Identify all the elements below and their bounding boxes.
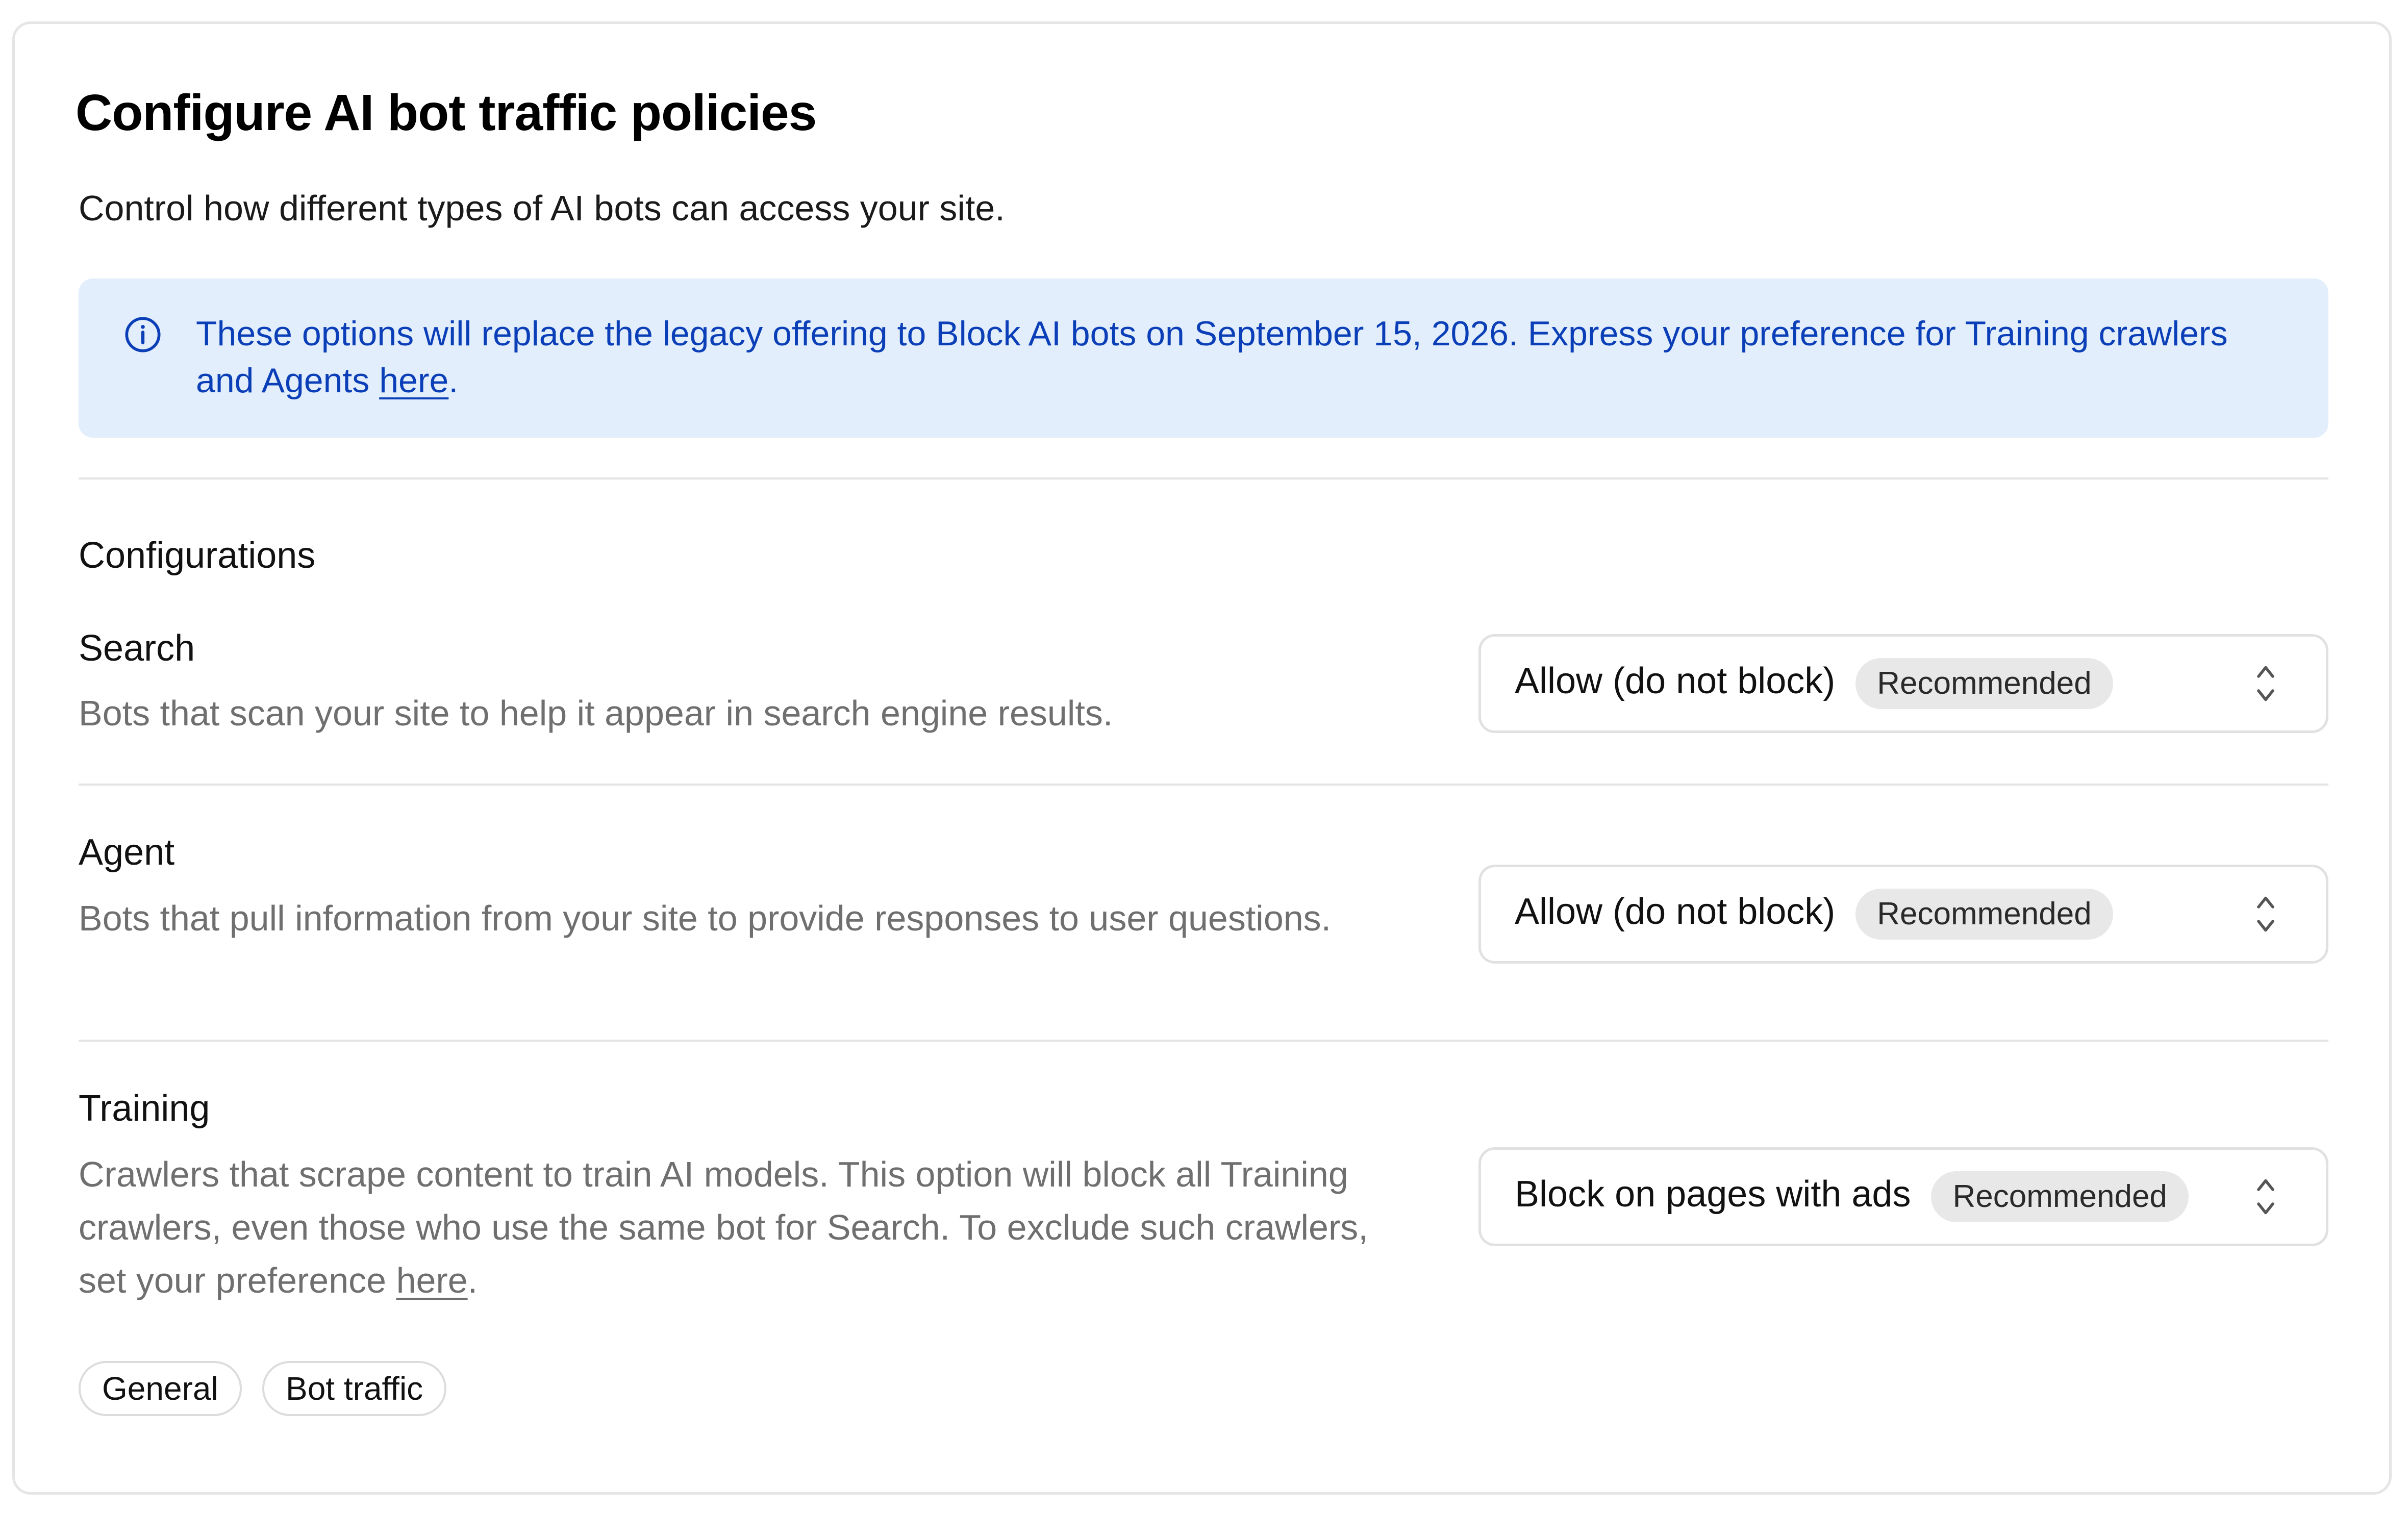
training-row-description: Crawlers that scrape content to train AI… xyxy=(79,1148,1425,1307)
training-policy-select[interactable]: Block on pages with ads Recommended xyxy=(1478,1147,2328,1246)
tag-general[interactable]: General xyxy=(79,1361,242,1416)
page-title: Configure AI bot traffic policies xyxy=(76,84,817,141)
divider xyxy=(79,477,2328,480)
chevron-up-down-icon xyxy=(2257,1179,2274,1215)
chevron-up-down-icon xyxy=(2257,666,2274,701)
training-description-text: Crawlers that scrape content to train AI… xyxy=(79,1154,1368,1300)
info-banner: These options will replace the legacy of… xyxy=(79,279,2328,438)
tag-bot-traffic[interactable]: Bot traffic xyxy=(262,1361,447,1416)
divider xyxy=(79,784,2328,786)
banner-here-link[interactable]: here xyxy=(379,361,448,400)
banner-text: These options will replace the legacy of… xyxy=(196,310,2237,404)
training-description-end: . xyxy=(467,1260,478,1300)
recommended-badge: Recommended xyxy=(1931,1171,2189,1222)
search-policy-select[interactable]: Allow (do not block) Recommended xyxy=(1478,634,2328,733)
select-value: Allow (do not block) Recommended xyxy=(1515,889,2113,940)
recommended-badge: Recommended xyxy=(1855,889,2113,940)
page-subtitle: Control how different types of AI bots c… xyxy=(79,188,1005,228)
banner-text-body: These options will replace the legacy of… xyxy=(196,314,2228,400)
selected-option: Allow (do not block) xyxy=(1515,661,1836,702)
chevron-up-down-icon xyxy=(2257,896,2274,932)
select-value: Block on pages with ads Recommended xyxy=(1515,1171,2189,1222)
agent-row-description: Bots that pull information from your sit… xyxy=(79,898,1332,938)
banner-text-end: . xyxy=(448,361,459,400)
training-row-title: Training xyxy=(79,1088,210,1129)
divider xyxy=(79,1040,2328,1042)
search-row-title: Search xyxy=(79,628,195,669)
selected-option: Block on pages with ads xyxy=(1515,1174,1911,1215)
recommended-badge: Recommended xyxy=(1855,658,2113,709)
select-value: Allow (do not block) Recommended xyxy=(1515,658,2113,709)
info-icon xyxy=(125,317,161,352)
agent-row-title: Agent xyxy=(79,832,175,873)
search-row-description: Bots that scan your site to help it appe… xyxy=(79,693,1113,733)
selected-option: Allow (do not block) xyxy=(1515,891,1836,932)
configurations-heading: Configurations xyxy=(79,535,316,576)
training-here-link[interactable]: here xyxy=(396,1260,468,1300)
agent-policy-select[interactable]: Allow (do not block) Recommended xyxy=(1478,865,2328,964)
